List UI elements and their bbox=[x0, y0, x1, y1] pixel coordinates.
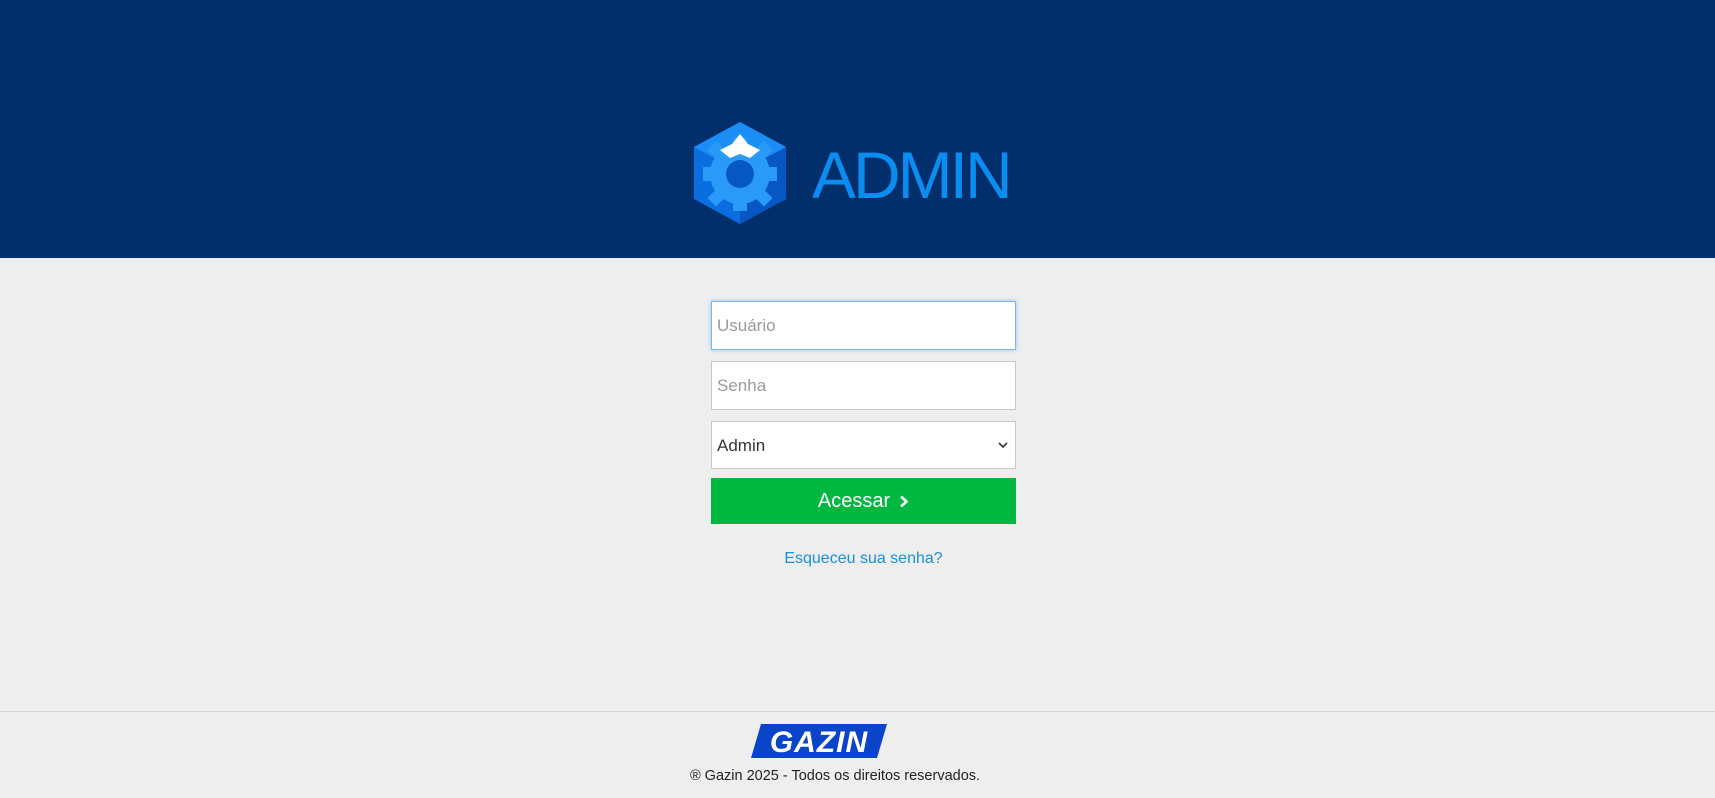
username-input[interactable] bbox=[711, 301, 1016, 350]
svg-text:GAZIN: GAZIN bbox=[770, 726, 869, 759]
copyright-text: ® Gazin 2025 - Todos os direitos reserva… bbox=[689, 768, 981, 784]
login-page: ADMIN Admin Acessar Esqueceu sua senha? … bbox=[0, 0, 1715, 798]
admin-brand: ADMIN bbox=[690, 120, 1020, 226]
password-input[interactable] bbox=[711, 361, 1016, 410]
footer-divider bbox=[0, 711, 1715, 712]
forgot-password-link[interactable]: Esqueceu sua senha? bbox=[711, 550, 1016, 568]
system-select-value: Admin bbox=[717, 436, 766, 455]
chevron-right-icon bbox=[900, 495, 909, 507]
system-select[interactable]: Admin bbox=[711, 421, 1016, 469]
chevron-down-icon bbox=[998, 442, 1008, 449]
gazin-logo: GAZIN bbox=[751, 724, 887, 759]
login-button[interactable]: Acessar bbox=[711, 478, 1016, 524]
gear-cube-icon bbox=[694, 122, 786, 224]
header-banner: ADMIN bbox=[0, 0, 1715, 258]
login-button-label: Acessar bbox=[817, 489, 891, 512]
admin-logo-text: ADMIN bbox=[812, 138, 1013, 212]
